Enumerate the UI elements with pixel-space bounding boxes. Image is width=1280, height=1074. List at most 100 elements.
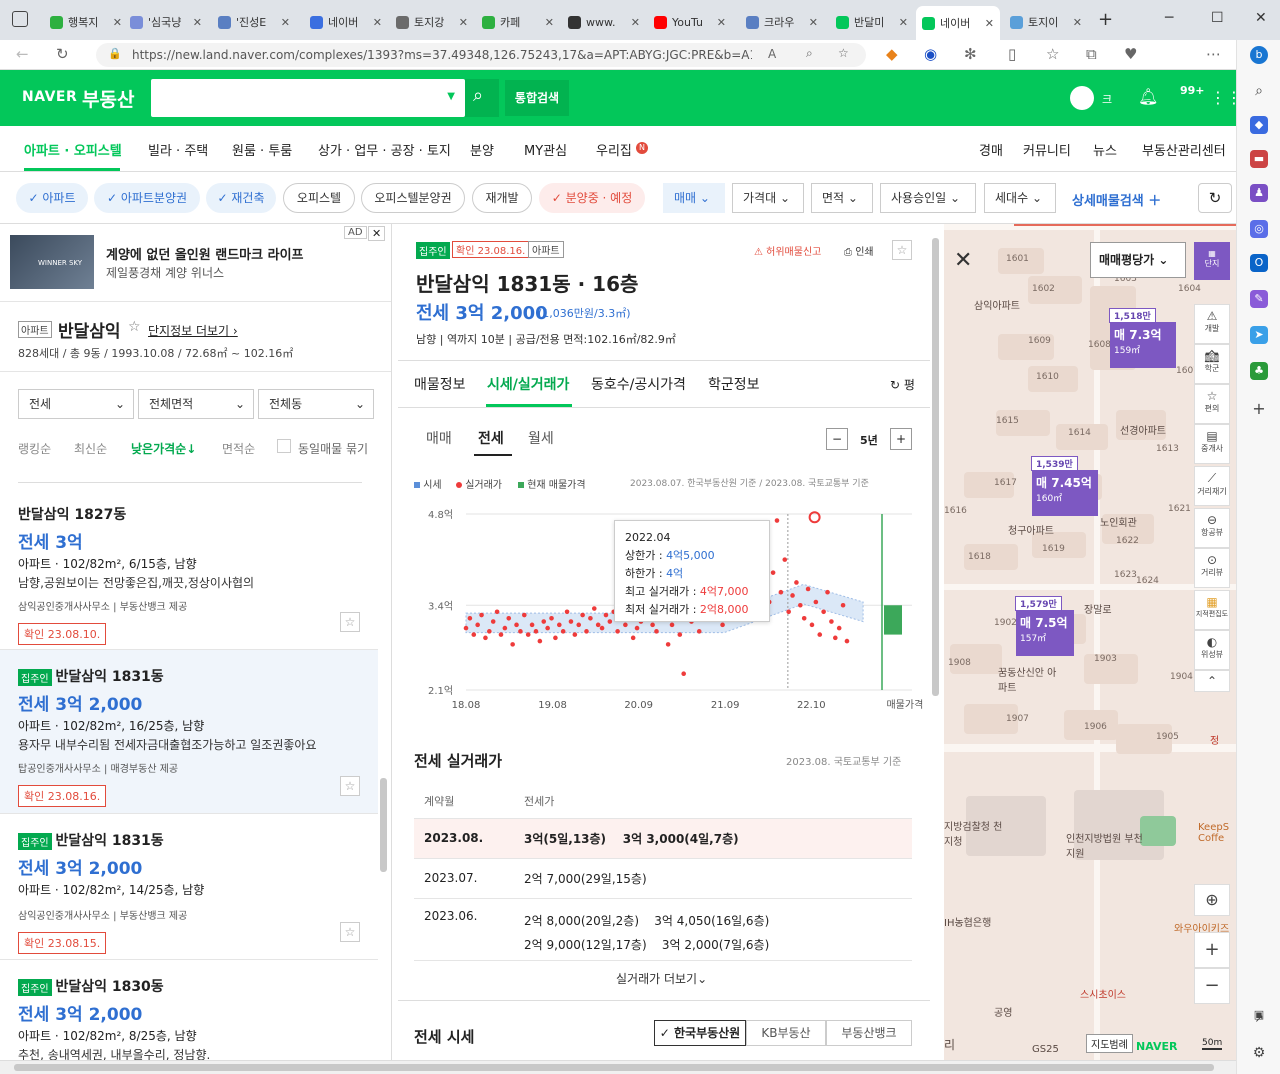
dedupe-checkbox[interactable] bbox=[277, 439, 291, 453]
trade-point[interactable] bbox=[786, 609, 791, 615]
tab-close-icon[interactable]: ✕ bbox=[1073, 16, 1082, 29]
tab-unit-price[interactable]: 동호수/공시가격 bbox=[591, 374, 686, 394]
trade-point[interactable] bbox=[487, 629, 492, 634]
trade-point[interactable] bbox=[467, 615, 473, 621]
trade-point[interactable] bbox=[475, 622, 480, 628]
tab-close-icon[interactable]: ✕ bbox=[985, 17, 994, 30]
tab-market-price[interactable]: 시세/실거래가 bbox=[487, 374, 569, 394]
menu-community[interactable]: 커뮤니티 bbox=[1023, 140, 1071, 159]
menu-auction[interactable]: 경매 bbox=[979, 140, 1003, 159]
detail-search-button[interactable]: 상세매물검색 ＋ bbox=[1072, 190, 1161, 209]
trade-point[interactable] bbox=[568, 619, 574, 624]
tab-close-icon[interactable]: ✕ bbox=[545, 16, 554, 29]
menu-presale[interactable]: 분양 bbox=[470, 140, 494, 159]
map-price-pin[interactable]: 1,518만 매 7.3억 159㎡ bbox=[1109, 308, 1176, 368]
trade-point[interactable] bbox=[545, 625, 550, 631]
favorite-star-icon[interactable]: ☆ bbox=[838, 46, 849, 60]
trade-point[interactable] bbox=[790, 593, 795, 598]
tab-close-icon[interactable]: ✕ bbox=[113, 16, 122, 29]
search-icon[interactable]: ⌕ bbox=[1250, 82, 1268, 100]
listing-favorite-icon[interactable]: ☆ bbox=[340, 776, 360, 796]
map-btn-distance[interactable]: ⟋ 거리재기 bbox=[1194, 466, 1230, 506]
external-link-icon[interactable]: ↗ bbox=[1250, 1010, 1268, 1028]
sort-ranking[interactable]: 랭킹순 bbox=[18, 440, 51, 457]
trade-point[interactable] bbox=[650, 622, 655, 628]
select-trade-type[interactable]: 매매 ⌄ bbox=[663, 183, 725, 213]
trade-point[interactable] bbox=[549, 615, 554, 621]
outlook-icon[interactable]: O bbox=[1250, 254, 1268, 272]
trade-point[interactable] bbox=[556, 622, 562, 628]
trade-point[interactable] bbox=[615, 629, 620, 634]
browser-tab[interactable]: '심국냥 ✕ bbox=[124, 8, 208, 36]
trade-point[interactable] bbox=[774, 518, 780, 523]
market-tab-bank[interactable]: 부동산뱅크 bbox=[826, 1020, 912, 1046]
tab-close-icon[interactable]: ✕ bbox=[193, 16, 202, 29]
browser-tab[interactable]: 네이버 ✕ bbox=[916, 6, 1000, 40]
search-dropdown-icon[interactable]: ▼ bbox=[447, 91, 455, 102]
tab-close-icon[interactable]: ✕ bbox=[717, 16, 726, 29]
trade-point[interactable] bbox=[634, 625, 640, 631]
read-aloud-icon[interactable]: A bbox=[768, 47, 776, 61]
user-avatar[interactable] bbox=[1070, 86, 1094, 110]
split-screen-icon[interactable]: ▯ bbox=[1008, 45, 1016, 63]
minimize-button[interactable]: ─ bbox=[1165, 10, 1173, 26]
sort-area[interactable]: 면적순 bbox=[222, 440, 255, 457]
trade-point[interactable] bbox=[798, 602, 803, 608]
menu-oneroom[interactable]: 원룸 · 투룸 bbox=[232, 140, 292, 159]
complex-favorite-icon[interactable]: ☆ bbox=[128, 319, 141, 335]
trade-point[interactable] bbox=[607, 619, 613, 624]
trades-more-link[interactable]: 실거래가 더보기⌄ bbox=[616, 970, 707, 987]
trade-point[interactable] bbox=[572, 632, 578, 637]
map-btn-cadastral[interactable]: ▦ 지적편집도 bbox=[1194, 590, 1230, 630]
trade-point[interactable] bbox=[564, 609, 570, 615]
select-price[interactable]: 가격대 ⌄ bbox=[732, 183, 804, 213]
subtab-sale[interactable]: 매매 bbox=[426, 428, 452, 448]
left-scrollbar[interactable] bbox=[380, 778, 387, 872]
menu-apartment[interactable]: 아파트 · 오피스텔 bbox=[24, 140, 122, 159]
trade-point[interactable] bbox=[498, 632, 504, 637]
chip-presale-scheduled[interactable]: ✓ 분양중 · 예정 bbox=[539, 183, 645, 213]
map-btn-satellite[interactable]: ◐ 위성뷰 bbox=[1194, 630, 1230, 670]
map-legend-button[interactable]: 지도범례 bbox=[1086, 1034, 1133, 1053]
trade-point[interactable] bbox=[794, 580, 799, 585]
trade-point[interactable] bbox=[623, 622, 628, 628]
tab-close-icon[interactable]: ✕ bbox=[373, 16, 382, 29]
total-search-button[interactable]: 통합검색 bbox=[505, 80, 569, 116]
trade-point[interactable] bbox=[479, 612, 484, 618]
bell-icon[interactable]: 🔔︎ bbox=[1138, 87, 1158, 106]
trade-point[interactable] bbox=[720, 622, 725, 628]
trade-point[interactable] bbox=[595, 622, 601, 628]
trade-point[interactable] bbox=[471, 632, 477, 637]
trade-point[interactable] bbox=[490, 619, 496, 624]
performance-icon[interactable]: ♥ bbox=[1124, 45, 1137, 63]
trade-point[interactable] bbox=[844, 638, 850, 644]
trade-point[interactable] bbox=[599, 625, 605, 631]
trade-point[interactable] bbox=[506, 615, 512, 621]
trade-point[interactable] bbox=[533, 629, 539, 634]
chip-redevelopment[interactable]: 재개발 bbox=[472, 183, 532, 213]
map-btn-locate[interactable]: ⊕ bbox=[1194, 884, 1230, 916]
trade-point[interactable] bbox=[591, 606, 597, 611]
trade-point[interactable] bbox=[588, 615, 593, 621]
trade-point[interactable] bbox=[502, 625, 508, 631]
naver-logo[interactable]: NAVER bbox=[22, 89, 77, 105]
trade-point[interactable] bbox=[840, 602, 846, 608]
listing-favorite-icon[interactable]: ☆ bbox=[340, 922, 360, 942]
tab-listing-info[interactable]: 매물정보 bbox=[414, 374, 466, 394]
trade-point[interactable] bbox=[805, 586, 811, 592]
tab-close-icon[interactable]: ✕ bbox=[281, 16, 290, 29]
reset-filter-button[interactable]: ↻ bbox=[1198, 183, 1232, 213]
select-approval-date[interactable]: 사용승인일 ⌄ bbox=[880, 183, 976, 213]
close-window-button[interactable]: ✕ bbox=[1255, 10, 1267, 26]
trade-point[interactable] bbox=[522, 612, 527, 618]
dropdown-trade[interactable]: 전세 ⌄ bbox=[18, 389, 134, 419]
zoom-icon[interactable]: ⌕ bbox=[806, 46, 813, 61]
browser-tab[interactable]: www. ✕ bbox=[562, 8, 646, 36]
select-households[interactable]: 세대수 ⌄ bbox=[984, 183, 1056, 213]
tab-close-icon[interactable]: ✕ bbox=[631, 16, 640, 29]
trade-point[interactable] bbox=[817, 632, 823, 637]
trade-point[interactable] bbox=[681, 671, 686, 677]
trade-point[interactable] bbox=[529, 622, 535, 628]
current-price-bar[interactable] bbox=[884, 605, 902, 635]
browser-tab[interactable]: 네이버 ✕ bbox=[304, 8, 388, 36]
